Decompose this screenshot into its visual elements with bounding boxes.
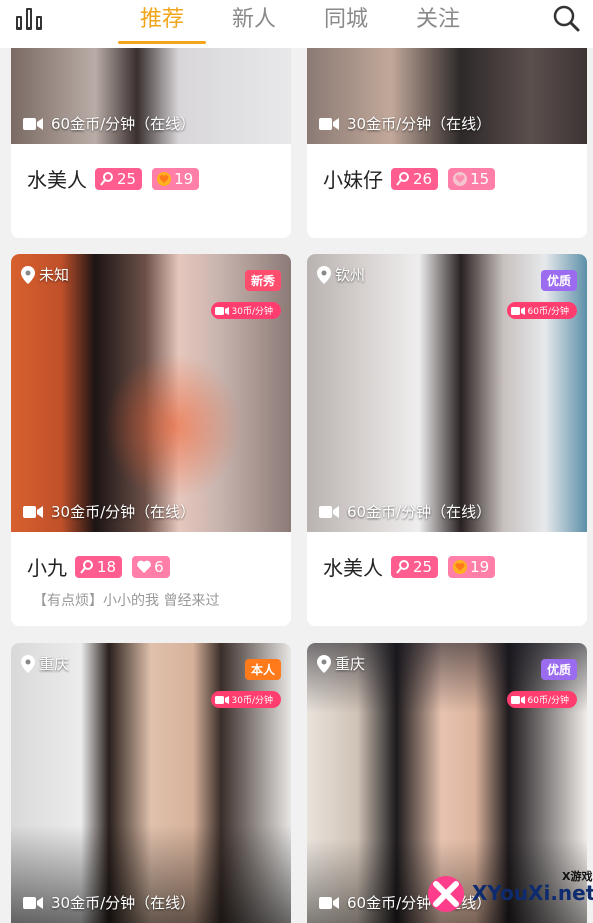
video-camera-icon <box>214 306 229 315</box>
anchor-name: 小九 <box>27 556 67 580</box>
anchor-photo: 重庆 本人 30币/分钟 30金币/分钟（在线） <box>11 643 291 923</box>
rank-badge: 25 <box>391 555 439 578</box>
video-camera-icon <box>23 117 43 130</box>
heart-coin-icon <box>157 171 172 186</box>
search-rank-icon <box>100 171 113 186</box>
rank-badge: 18 <box>75 555 123 578</box>
anchor-photo: 未知 新秀 30币/分钟 30金币/分钟（在线） <box>11 254 291 532</box>
video-camera-icon <box>319 117 339 130</box>
video-camera-icon <box>510 695 525 704</box>
heart-coin-icon <box>453 171 468 186</box>
anchor-card[interactable]: 钦州 优质 60币/分钟 60金币/分钟（在线） 水美人 25 19 <box>307 254 587 626</box>
rank-badge: 26 <box>391 167 439 190</box>
status-badge: 优质 <box>540 659 577 680</box>
heart-coin-icon <box>453 559 468 574</box>
anchor-card[interactable]: 30金币/分钟（在线） 小妹仔 26 15 <box>307 40 587 238</box>
video-camera-icon <box>319 505 339 518</box>
location-tag: 钦州 <box>317 264 365 285</box>
anchor-name: 水美人 <box>323 556 383 580</box>
map-pin-icon <box>317 265 331 284</box>
price-text: 30金币/分钟（在线） <box>51 503 196 521</box>
anchor-photo: 60金币/分钟（在线） <box>11 40 291 144</box>
xyouxi-logo-icon <box>428 876 464 912</box>
heart-icon <box>137 560 151 573</box>
location-tag: 重庆 <box>21 653 69 674</box>
video-camera-icon <box>510 306 525 315</box>
anchor-photo: 30金币/分钟（在线） <box>307 40 587 144</box>
price-text: 60金币/分钟（在线） <box>347 503 492 521</box>
tab-following[interactable]: 关注 <box>392 0 484 44</box>
price-text: 30金币/分钟（在线） <box>347 115 492 133</box>
status-badge: 新秀 <box>244 270 281 291</box>
anchor-photo: 钦州 优质 60币/分钟 60金币/分钟（在线） <box>307 254 587 532</box>
status-badge: 本人 <box>244 659 281 680</box>
gift-badge: 19 <box>152 167 200 190</box>
tab-same-city[interactable]: 同城 <box>300 0 392 44</box>
anchor-card[interactable]: 未知 新秀 30币/分钟 30金币/分钟（在线） 小九 18 6 【有点烦】小小… <box>11 254 291 626</box>
site-watermark: X游戏 XYouXi.net <box>420 866 593 923</box>
rate-badge: 60币/分钟 <box>506 302 577 319</box>
video-camera-icon <box>319 896 339 909</box>
anchor-card[interactable]: 60金币/分钟（在线） 水美人 25 19 <box>11 40 291 238</box>
ranking-bars-icon[interactable] <box>16 8 46 30</box>
search-rank-icon <box>396 559 409 574</box>
top-navigation-bar: 推荐 新人 同城 关注 <box>0 0 593 48</box>
video-camera-icon <box>23 505 43 518</box>
watermark-text: XYouXi.net <box>472 881 593 905</box>
gift-badge: 6 <box>132 555 170 578</box>
location-tag: 重庆 <box>317 653 365 674</box>
gift-badge: 15 <box>448 167 496 190</box>
rank-badge: 25 <box>95 167 143 190</box>
category-tabs: 推荐 新人 同城 关注 <box>116 0 484 44</box>
price-text: 30金币/分钟（在线） <box>51 894 196 912</box>
video-camera-icon <box>214 695 229 704</box>
gift-badge: 19 <box>448 555 496 578</box>
search-rank-icon <box>396 171 409 186</box>
rate-badge: 30币/分钟 <box>210 302 281 319</box>
location-tag: 未知 <box>21 264 69 285</box>
search-icon[interactable] <box>552 4 580 32</box>
tab-recommend[interactable]: 推荐 <box>116 0 208 44</box>
map-pin-icon <box>21 265 35 284</box>
map-pin-icon <box>21 654 35 673</box>
status-badge: 优质 <box>540 270 577 291</box>
rate-badge: 60币/分钟 <box>506 691 577 708</box>
tab-newcomers[interactable]: 新人 <box>208 0 300 44</box>
signature-text: 【有点烦】小小的我 曾经来过 <box>33 593 220 609</box>
rate-badge: 30币/分钟 <box>210 691 281 708</box>
map-pin-icon <box>317 654 331 673</box>
price-text: 60金币/分钟（在线） <box>51 115 196 133</box>
anchor-card[interactable]: 重庆 本人 30币/分钟 30金币/分钟（在线） <box>11 643 291 923</box>
anchor-name: 水美人 <box>27 168 87 192</box>
search-rank-icon <box>80 559 93 574</box>
video-camera-icon <box>23 896 43 909</box>
anchor-name: 小妹仔 <box>323 168 383 192</box>
